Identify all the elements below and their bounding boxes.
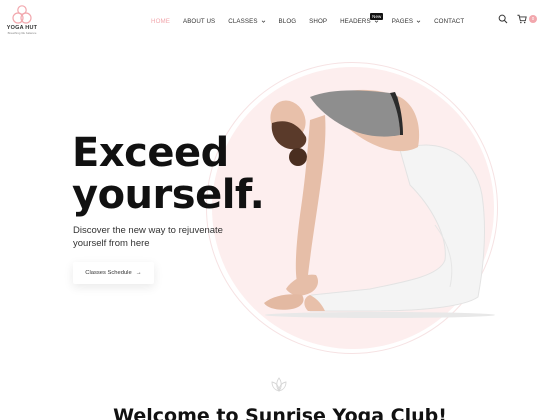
cart-button[interactable]: 0 bbox=[517, 14, 537, 24]
brand-tagline: Breathing life balance bbox=[7, 31, 37, 35]
cta-label: Classes Schedule bbox=[85, 270, 132, 276]
nav-item-contact[interactable]: CONTACT bbox=[434, 18, 464, 25]
hero-title-line1: Exceed bbox=[72, 130, 229, 176]
nav-label: HEADERS bbox=[340, 17, 371, 25]
arrow-right-icon: → bbox=[135, 270, 142, 276]
classes-schedule-button[interactable]: Classes Schedule → bbox=[73, 262, 154, 284]
nav-label: HOME bbox=[151, 17, 170, 25]
nav-label: ABOUT US bbox=[182, 17, 216, 25]
nav-label: SHOP bbox=[309, 17, 328, 25]
nav-item-blog[interactable]: BLOG bbox=[279, 18, 297, 25]
nav-label: CLASSES bbox=[228, 17, 258, 25]
new-badge: New bbox=[370, 12, 384, 20]
cart-icon bbox=[517, 14, 527, 24]
nav-item-shop[interactable]: SHOP bbox=[309, 18, 327, 25]
hero-subtitle: Discover the new way to rejuvenate yours… bbox=[73, 225, 223, 249]
nav-item-headers[interactable]: HEADERS New bbox=[340, 12, 384, 25]
nav-item-about-us[interactable]: ABOUT US bbox=[183, 18, 215, 25]
cart-count-badge: 0 bbox=[529, 15, 537, 23]
lotus-icon bbox=[271, 377, 287, 392]
nav-item-pages[interactable]: PAGES bbox=[392, 18, 421, 25]
chevron-down-icon bbox=[416, 20, 421, 23]
hero-title: Exceed yourself. bbox=[72, 130, 265, 218]
nav-label: CONTACT bbox=[434, 17, 465, 25]
logo[interactable]: YOGA HUT Breathing life balance bbox=[5, 5, 39, 39]
nav-label: BLOG bbox=[278, 17, 297, 25]
nav-item-home[interactable]: HOME bbox=[151, 18, 170, 25]
yoga-woman-image bbox=[264, 89, 495, 318]
nav-label: PAGES bbox=[391, 17, 414, 25]
site-header: YOGA HUT Breathing life balance HOME ABO… bbox=[0, 0, 560, 42]
search-icon[interactable] bbox=[498, 14, 508, 24]
main-nav: HOME ABOUT US CLASSES BLOG SHOP HEADERS … bbox=[151, 12, 477, 26]
logo-mark-icon bbox=[12, 5, 32, 24]
welcome-title: Welcome to Sunrise Yoga Club! bbox=[113, 405, 447, 420]
nav-item-classes[interactable]: CLASSES bbox=[228, 18, 265, 25]
hero-title-line2: yourself. bbox=[72, 172, 265, 218]
chevron-down-icon bbox=[261, 20, 265, 23]
header-actions: 0 bbox=[498, 14, 537, 24]
